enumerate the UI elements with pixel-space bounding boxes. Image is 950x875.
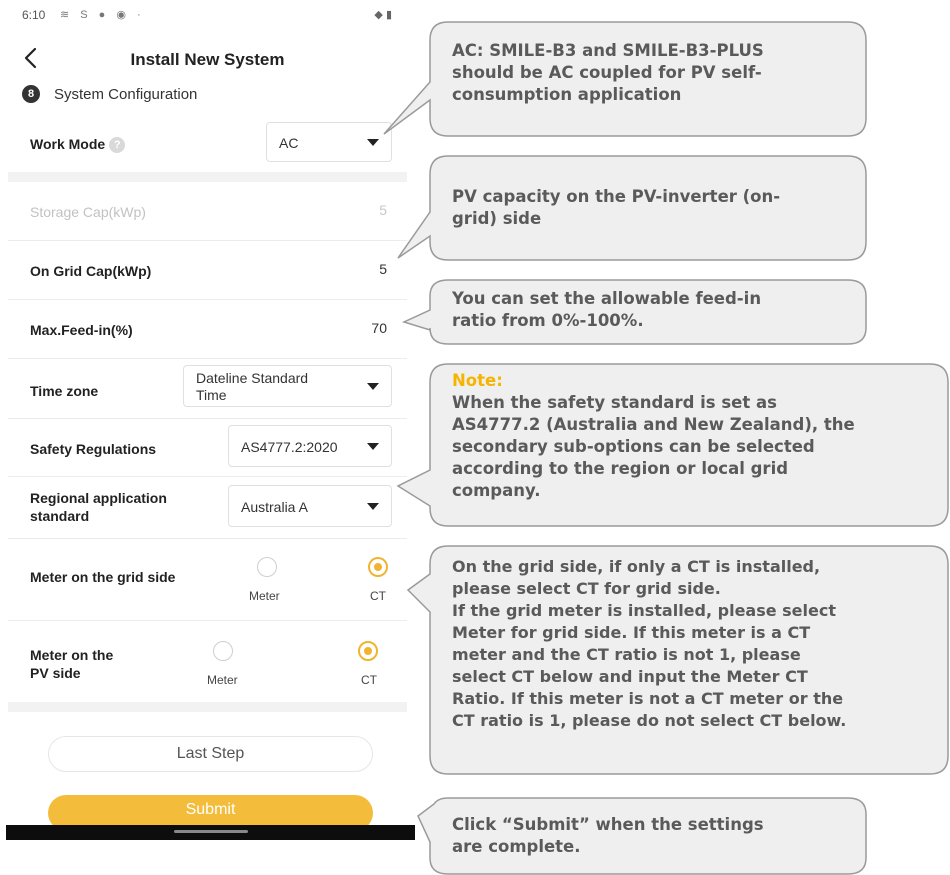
on-grid-cap-value[interactable]: 5 [379,261,387,277]
meter-grid-option-ct: CT [370,589,386,603]
storage-cap-label: Storage Cap(kWp) [30,204,146,220]
regional-standard-label-line1: Regional application [30,490,167,506]
callout-work-mode-line1: AC: SMILE-B3 and SMILE-B3-PLUS [452,41,764,60]
phone-screen: 6:10 ≋ S ● ◉ · ◆ ▮ Install New System 8 … [0,0,415,875]
time-zone-label: Time zone [30,383,99,399]
meter-pv-side-label-line1: Meter on the [30,647,114,663]
callout-bubble-work-mode [383,21,867,137]
page-title: Install New System [130,50,285,69]
meter-pv-side-label-line2: PV side [30,665,81,681]
callout-meters-line6: select CT below and input the Meter CT [452,667,808,686]
callout-work-mode: AC: SMILE-B3 and SMILE-B3-PLUS should be… [452,40,764,106]
work-mode-select[interactable]: AC [266,122,392,162]
status-bar: 6:10 ≋ S ● ◉ · ◆ ▮ [22,8,392,24]
callout-work-mode-line2: should be AC coupled for PV self- [452,63,762,82]
system-navigation-bar [6,825,415,840]
step-label: System Configuration [54,85,198,103]
dropdown-caret-icon [367,139,379,146]
meter-grid-radio-meter[interactable] [257,557,277,577]
on-grid-cap-row[interactable]: On Grid Cap(kWp) 5 [0,241,415,299]
last-step-button[interactable]: Last Step [48,736,373,772]
callout-on-grid-cap-line2: grid) side [452,209,542,228]
max-feed-in-value[interactable]: 70 [371,320,387,336]
regional-standard-label-line2: standard [30,508,90,524]
callout-meters-line7: Ratio. If this meter is not a CT meter o… [452,689,844,708]
dropdown-caret-icon [367,443,379,450]
callout-meters-line2: please select CT for grid side. [452,579,721,598]
time-zone-select[interactable]: Dateline Standard Time [183,365,392,407]
meter-pv-side-row: Meter on the PV side Meter CT [0,621,415,699]
step-indicator: 8 System Configuration [22,84,197,104]
callout-feed-in: You can set the allowable feed-in ratio … [452,288,761,332]
safety-regulations-label: Safety Regulations [30,441,157,457]
dropdown-caret-icon [367,383,379,390]
safety-regulations-select[interactable]: AS4777.2:2020 [228,425,392,467]
work-mode-label: Work Mode? [30,136,126,154]
callout-bubble-meters [406,545,949,775]
status-time: 6:10 [22,8,46,22]
meter-grid-radio-ct[interactable] [368,557,388,577]
dropdown-caret-icon [367,503,379,510]
work-mode-value: AC [279,135,299,151]
callout-bubble-on-grid-cap [397,155,867,261]
time-zone-row: Time zone Dateline Standard Time [0,359,415,417]
callout-feed-in-line2: ratio from 0%-100%. [452,311,644,330]
meter-pv-option-ct: CT [361,673,377,687]
callout-regional-line2: AS4777.2 (Australia and New Zealand), th… [452,415,855,434]
safety-regulations-row: Safety Regulations AS4777.2:2020 [0,419,415,475]
callout-bubble-regional [396,363,949,527]
meter-pv-radio-meter[interactable] [213,641,233,661]
work-mode-label-text: Work Mode [30,136,106,152]
max-feed-in-row[interactable]: Max.Feed-in(%) 70 [0,300,415,358]
regional-standard-value: Australia A [241,499,308,515]
callout-regional-line4: according to the region or local grid [452,459,789,478]
callout-submit-line2: are complete. [452,837,581,856]
callout-meters-line4: Meter for grid side. If this meter is a … [452,623,811,642]
help-icon[interactable]: ? [109,137,126,154]
callout-bubble-feed-in [401,279,867,345]
callout-meters-line1: On the grid side, if only a CT is instal… [452,557,821,576]
callout-on-grid-cap-line1: PV capacity on the PV-inverter (on- [452,187,781,206]
home-indicator[interactable] [174,830,248,833]
callout-regional-line5: company. [452,481,541,500]
step-number-badge: 8 [22,85,40,103]
meter-pv-radio-ct[interactable] [358,641,378,661]
callout-regional-line1: When the safety standard is set as [452,393,777,412]
callout-regional: Note: When the safety standard is set as… [452,370,855,502]
callout-note-label: Note: [452,371,503,390]
callout-meters-line3: If the grid meter is installed, please s… [452,601,836,620]
callout-submit: Click “Submit” when the settings are com… [452,814,764,858]
on-grid-cap-label: On Grid Cap(kWp) [30,263,152,279]
meter-grid-side-label: Meter on the grid side [30,569,176,585]
callout-work-mode-line3: consumption application [452,85,682,104]
storage-cap-row: Storage Cap(kWp) 5 [0,182,415,240]
callout-submit-line1: Click “Submit” when the settings [452,815,764,834]
section-separator [8,172,407,182]
meter-pv-option-meter: Meter [207,673,238,687]
safety-regulations-value: AS4777.2:2020 [241,439,338,455]
callout-feed-in-line1: You can set the allowable feed-in [452,289,762,308]
work-mode-row: Work Mode? AC [0,118,415,170]
regional-standard-select[interactable]: Australia A [228,485,392,527]
time-zone-value-line1: Dateline Standard [196,370,309,386]
time-zone-value-line2: Time [196,387,227,403]
regional-standard-row: Regional application standard Australia … [0,477,415,535]
callout-bubble-submit [417,797,867,875]
wifi-battery-icons: ◆ ▮ [374,9,392,21]
callout-regional-line3: secondary sub-options can be selected [452,437,815,456]
meter-grid-side-row: Meter on the grid side Meter CT [0,539,415,617]
callout-meters-line8: CT ratio is 1, please do not select CT b… [452,711,847,730]
notification-icons: ≋ S ● ◉ · [60,9,145,21]
meter-grid-option-meter: Meter [249,589,280,603]
section-separator [8,702,407,712]
callout-meters: On the grid side, if only a CT is instal… [452,556,846,732]
max-feed-in-label: Max.Feed-in(%) [30,322,133,338]
storage-cap-value: 5 [379,202,387,218]
callout-on-grid-cap: PV capacity on the PV-inverter (on- grid… [452,186,780,230]
callout-meters-line5: meter and the CT ratio is not 1, please [452,645,801,664]
